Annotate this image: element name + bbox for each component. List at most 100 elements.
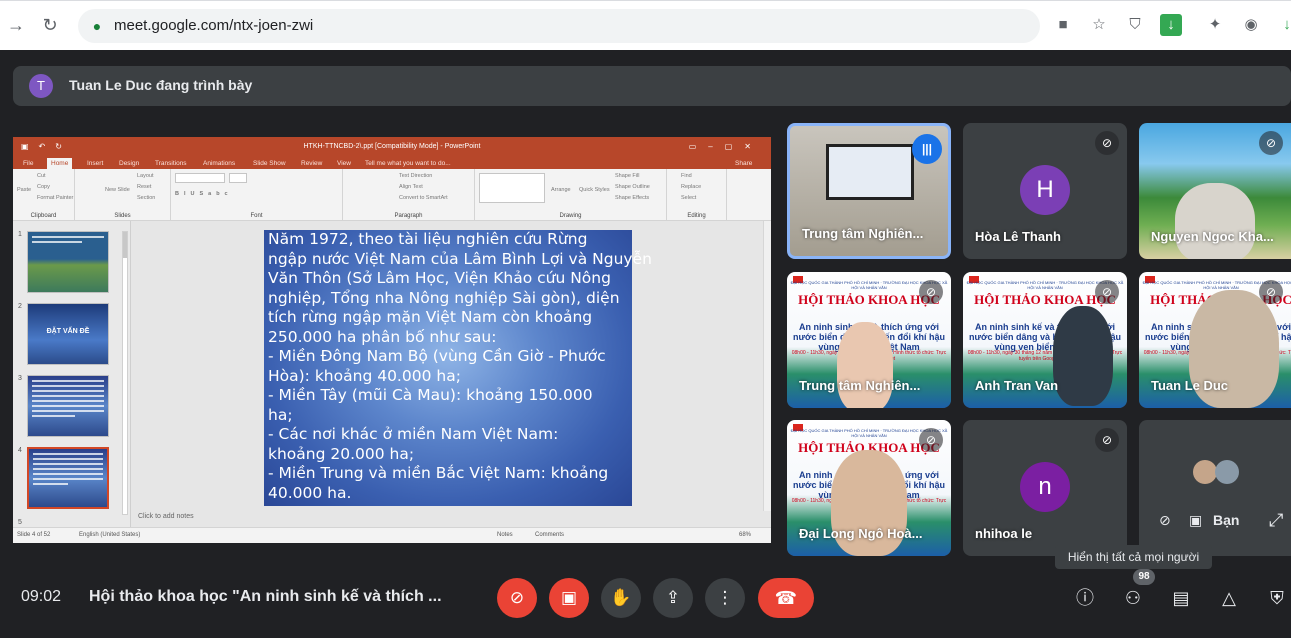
slide-thumbnail[interactable]: ĐẶT VẤN ĐỀ — [27, 303, 109, 365]
leave-call-button[interactable]: ☎ — [758, 578, 814, 618]
paragraph-label: Paragraph — [394, 213, 423, 219]
slide-thumbnail-selected[interactable] — [27, 447, 109, 509]
self-tile[interactable]: ⊘ ▣ Bạn ⤢ — [1139, 420, 1291, 556]
font-name-box[interactable] — [175, 173, 225, 183]
tab-transitions[interactable]: Transitions — [151, 158, 191, 169]
tab-design[interactable]: Design — [115, 158, 143, 169]
hangup-icon: ☎ — [774, 588, 798, 608]
tell-me-search[interactable]: Tell me what you want to do... — [361, 158, 455, 169]
back-icon[interactable]: → — [4, 13, 28, 37]
quick-styles-button[interactable]: Quick Styles — [579, 187, 610, 193]
present-button[interactable]: ⇪ — [653, 578, 693, 618]
video-feed — [826, 144, 914, 200]
update-icon[interactable]: ↓ — [1276, 14, 1291, 36]
cut-button[interactable]: Cut — [37, 173, 46, 179]
current-slide[interactable]: Năm 1972, theo tài liệu nghiên cứu Rừng … — [264, 230, 652, 506]
shape-fill-button[interactable]: Shape Fill — [615, 173, 639, 179]
activities-icon[interactable]: △ — [1216, 585, 1242, 611]
share-button[interactable]: Share — [731, 158, 756, 169]
thumb-number: 4 — [18, 447, 22, 454]
participant-tile[interactable]: ĐẠI HỌC QUỐC GIA THÀNH PHỐ HỒ CHÍ MINH ·… — [963, 272, 1127, 408]
layout-button[interactable]: Layout — [137, 173, 154, 179]
raise-hand-button[interactable]: ✋ — [601, 578, 641, 618]
meeting-controls-bar: 09:02 Hội thảo khoa học "An ninh sinh kế… — [0, 568, 1291, 638]
select-button[interactable]: Select — [681, 195, 696, 201]
notes-button[interactable]: Notes — [497, 532, 513, 538]
slide-text-line: nghiệp, Tổng nha Nông nghiệp Sài gòn), d… — [268, 288, 620, 307]
reset-button[interactable]: Reset — [137, 184, 151, 190]
participant-name: Tuan Le Duc — [1151, 378, 1229, 393]
address-bar[interactable]: ● meet.google.com/ntx-joen-zwi — [78, 9, 1040, 43]
paste-button[interactable]: Paste — [17, 187, 31, 193]
section-button[interactable]: Section — [137, 195, 155, 201]
camera-toggle-button[interactable]: ▣ — [549, 578, 589, 618]
person-figure — [837, 322, 893, 408]
comments-button[interactable]: Comments — [535, 532, 564, 538]
lock-icon[interactable]: ● — [88, 17, 106, 35]
participant-tile[interactable]: ĐẠI HỌC QUỐC GIA THÀNH PHỐ HỒ CHÍ MINH ·… — [787, 272, 951, 408]
powerpoint-statusbar: Slide 4 of 52 English (United States) No… — [13, 527, 771, 543]
people-icon[interactable]: ⚇ — [1120, 585, 1146, 611]
tab-review[interactable]: Review — [297, 158, 326, 169]
slides-label: Slides — [114, 213, 131, 219]
more-options-button[interactable]: ⋮ — [705, 578, 745, 618]
download-icon[interactable]: ↓ — [1160, 14, 1182, 36]
participant-name: Anh Tran Van — [975, 378, 1059, 393]
arrange-button[interactable]: Arrange — [551, 187, 571, 193]
font-size-box[interactable] — [229, 173, 247, 183]
editor-scrollbar[interactable] — [763, 221, 771, 511]
profile-icon[interactable]: ◉ — [1240, 14, 1262, 36]
zoom-level[interactable]: 68% — [739, 532, 751, 538]
info-icon[interactable]: ⓘ — [1072, 585, 1098, 611]
participant-tile[interactable]: ĐẠI HỌC QUỐC GIA THÀNH PHỐ HỒ CHÍ MINH ·… — [1139, 272, 1291, 408]
participant-tile[interactable]: ĐẠI HỌC QUỐC GIA THÀNH PHỐ HỒ CHÍ MINH ·… — [787, 420, 951, 556]
slide-text-line: ngập nước Việt Nam của Lâm Bình Lợi và N… — [268, 249, 652, 268]
participant-name: Nguyen Ngoc Kha... — [1151, 229, 1274, 244]
slide-text-line: - Các nơi khác ở miền Nam Việt Nam: — [268, 425, 559, 443]
font-style-buttons[interactable]: BIUSabc — [175, 191, 233, 197]
new-slide-button[interactable]: New Slide — [105, 187, 130, 193]
participant-tile[interactable]: ⊘ Nguyen Ngoc Kha... — [1139, 123, 1291, 259]
star-icon[interactable]: ☆ — [1088, 14, 1110, 36]
copy-button[interactable]: Copy — [37, 184, 50, 190]
camera-off-icon[interactable]: ▣ — [1189, 512, 1202, 529]
camera-icon[interactable]: ■ — [1052, 14, 1074, 36]
shield-icon[interactable]: ⛉ — [1124, 14, 1146, 36]
replace-button[interactable]: Replace — [681, 184, 701, 190]
slide-thumbnail[interactable] — [27, 231, 109, 293]
host-controls-icon[interactable]: ⛨ — [1264, 585, 1290, 611]
tab-home[interactable]: Home — [47, 158, 73, 169]
find-button[interactable]: Find — [681, 173, 692, 179]
shapes-gallery[interactable] — [479, 173, 545, 203]
shape-outline-button[interactable]: Shape Outline — [615, 184, 650, 190]
presenter-bar: T Tuan Le Duc đang trình bày — [13, 66, 1291, 106]
participant-name: Trung tâm Nghiên... — [802, 226, 924, 241]
participant-tile[interactable]: ||| Trung tâm Nghiên... — [787, 123, 951, 259]
chat-icon[interactable]: ▤ — [1168, 585, 1194, 611]
align-text-button[interactable]: Align Text — [399, 184, 423, 190]
mic-off-icon[interactable]: ⊘ — [1159, 512, 1171, 529]
expand-icon[interactable]: ⤢ — [1269, 510, 1283, 531]
slide-thumbnail[interactable] — [27, 375, 109, 437]
font-group: BIUSabc Font — [171, 169, 343, 221]
mic-toggle-button[interactable]: ⊘ — [497, 578, 537, 618]
tab-insert[interactable]: Insert — [83, 158, 107, 169]
powerpoint-window-title: HTKH-TTNCBD-2\.ppt [Compatibility Mode] … — [303, 143, 481, 150]
url-text[interactable]: meet.google.com/ntx-joen-zwi — [114, 17, 313, 34]
notes-pane[interactable]: Click to add notes — [132, 511, 771, 527]
participant-tile[interactable]: ⊘ H Hòa Lê Thanh — [963, 123, 1127, 259]
tab-view[interactable]: View — [333, 158, 355, 169]
thumbnail-scrollbar[interactable] — [122, 231, 128, 515]
tab-slide-show[interactable]: Slide Show — [249, 158, 290, 169]
drawing-group: Arrange Quick Styles Shape Fill Shape Ou… — [475, 169, 667, 221]
extensions-icon[interactable]: ✦ — [1204, 14, 1226, 36]
shape-effects-button[interactable]: Shape Effects — [615, 195, 649, 201]
hand-icon: ✋ — [610, 588, 632, 607]
text-direction-button[interactable]: Text Direction — [399, 173, 432, 179]
smartart-button[interactable]: Convert to SmartArt — [399, 195, 448, 201]
participant-tile[interactable]: ⊘ n nhihoa le — [963, 420, 1127, 556]
tab-animations[interactable]: Animations — [199, 158, 239, 169]
tab-file[interactable]: File — [19, 158, 37, 169]
reload-icon[interactable]: ↻ — [38, 13, 62, 37]
format-painter-button[interactable]: Format Painter — [37, 195, 73, 201]
